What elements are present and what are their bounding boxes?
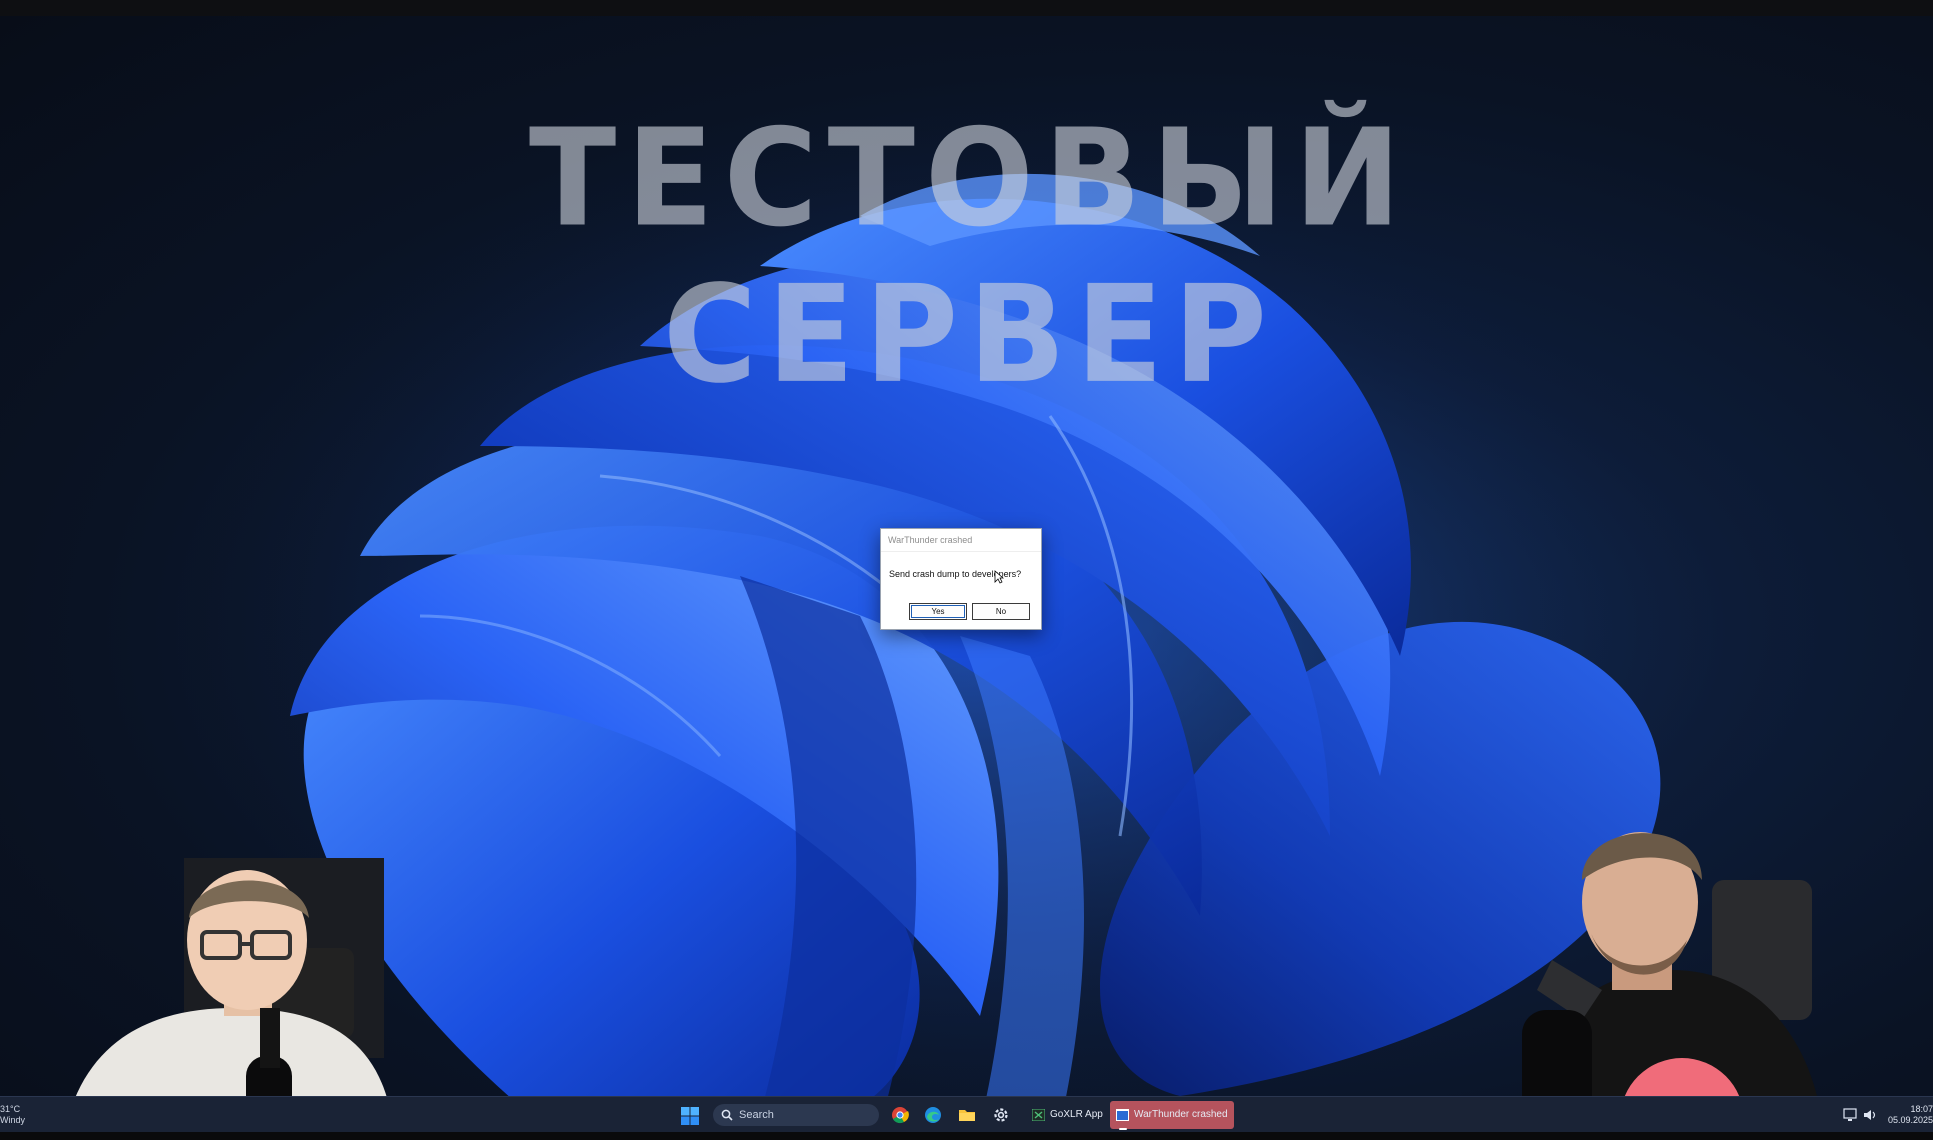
warthunder-icon (1116, 1109, 1129, 1121)
taskbar-clock[interactable]: 18:07 05.09.2025 (1888, 1104, 1933, 1126)
goxlr-icon (1032, 1109, 1045, 1121)
yes-button[interactable]: Yes (909, 603, 967, 620)
windows-start-icon[interactable] (680, 1106, 700, 1126)
warthunder-label: WarThunder crashed (1134, 1109, 1228, 1120)
taskbar-app-goxlr[interactable]: GoXLR App (1026, 1101, 1104, 1129)
taskbar-app-warthunder-crashed[interactable]: WarThunder crashed (1110, 1101, 1234, 1130)
active-indicator (1119, 1128, 1127, 1130)
top-frame-bar (0, 0, 1933, 16)
edge-icon[interactable] (924, 1106, 942, 1124)
goxlr-label: GoXLR App (1050, 1109, 1103, 1120)
taskbar: 31°C Windy Search GoXLR App WarThunder c… (0, 1096, 1933, 1133)
test-server-banner: ТЕСТОВЫЙ СЕРВЕР (528, 100, 1412, 414)
mouse-cursor-icon (994, 570, 1004, 584)
chrome-icon[interactable] (891, 1106, 909, 1124)
search-icon (721, 1109, 733, 1121)
taskbar-search-box[interactable]: Search (713, 1104, 879, 1126)
webcam-right (1522, 832, 1824, 1134)
weather-desc: Windy (0, 1115, 26, 1125)
no-button[interactable]: No (972, 603, 1030, 620)
search-placeholder: Search (739, 1109, 774, 1121)
webcam-left (64, 858, 394, 1134)
weather-temp: 31°C (0, 1104, 21, 1114)
clock-time: 18:07 (1910, 1104, 1933, 1114)
system-tray[interactable] (1842, 1105, 1882, 1125)
crash-dialog[interactable]: WarThunder crashed Send crash dump to de… (880, 528, 1042, 630)
gear-icon[interactable] (992, 1106, 1010, 1124)
clock-date: 05.09.2025 (1887, 1115, 1933, 1125)
weather-widget[interactable]: 31°C Windy (0, 1104, 25, 1126)
network-icon (1843, 1108, 1857, 1121)
bottom-frame-bar (0, 1132, 1933, 1140)
file-explorer-icon[interactable] (958, 1106, 976, 1124)
volume-icon (1864, 1110, 1876, 1120)
dialog-title: WarThunder crashed (881, 529, 1041, 552)
